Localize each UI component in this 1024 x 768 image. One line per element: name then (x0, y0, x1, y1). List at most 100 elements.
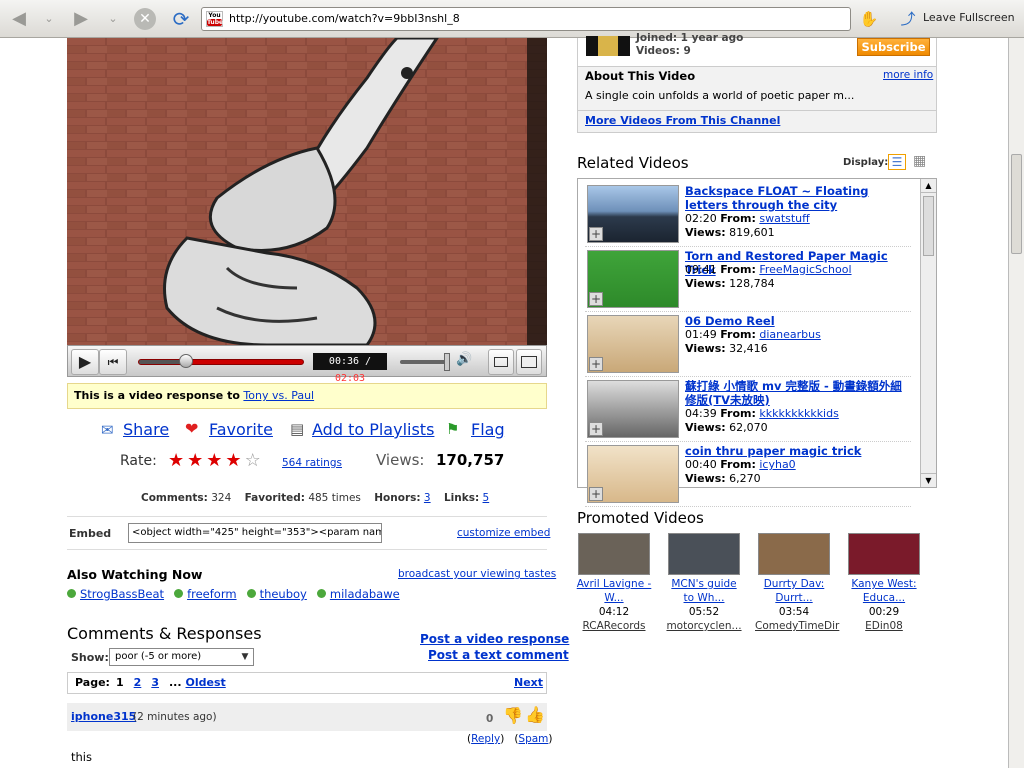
also-watching-user-link[interactable]: miladabawe (330, 587, 400, 601)
subscribe-button[interactable]: Subscribe (857, 38, 930, 56)
related-video-thumbnail[interactable]: + (587, 445, 679, 503)
embed-code-input[interactable]: <object width="425" height="353"><param … (128, 523, 382, 543)
post-text-comment-link[interactable]: Post a text comment (428, 648, 569, 662)
oldest-page-link[interactable]: Oldest (186, 676, 226, 689)
promoted-video-title[interactable]: Durrty Dav: Durrt... (764, 578, 825, 604)
thumbs-down-icon[interactable]: 👎 (503, 706, 523, 725)
related-video-channel-link[interactable]: kkkkkkkkkkids (759, 407, 838, 420)
add-to-quicklist-icon[interactable]: + (589, 422, 603, 436)
rating-star[interactable]: ★ (225, 450, 241, 471)
also-watching-user-link[interactable]: theuboy (260, 587, 307, 601)
share-envelope-icon[interactable]: ✉ (101, 421, 114, 439)
playlist-icon[interactable]: ▤ (290, 420, 304, 438)
scroll-up-icon[interactable]: ▲ (921, 179, 936, 193)
honors-link[interactable]: 3 (424, 492, 431, 504)
also-watching-user-link[interactable]: freeform (187, 587, 237, 601)
seek-handle[interactable] (179, 354, 194, 368)
rating-stars[interactable]: ★ ★ ★ ★ ☆ (168, 450, 264, 471)
related-video-item[interactable]: +06 Demo Reel 01:49 From: dianearbus Views… (585, 313, 911, 377)
post-video-response-link[interactable]: Post a video response (420, 632, 569, 646)
comment-author-link[interactable]: iphone315 (71, 710, 136, 723)
leave-fullscreen-button[interactable]: Leave Fullscreen (923, 11, 1015, 24)
video-frame[interactable] (67, 38, 547, 345)
scroll-down-icon[interactable]: ▼ (921, 473, 936, 487)
related-video-thumbnail[interactable]: + (587, 250, 679, 308)
promoted-video-thumbnail[interactable] (578, 533, 650, 575)
ratings-count-link[interactable]: 564 ratings (282, 457, 342, 469)
promoted-video-item[interactable]: Kanye West: Educa... 00:29 EDin08 (845, 533, 923, 633)
related-video-thumbnail[interactable]: + (587, 315, 679, 373)
links-link[interactable]: 5 (483, 492, 490, 504)
leave-fullscreen-icon[interactable]: ⤴ (897, 8, 919, 30)
share-button[interactable]: Share (123, 420, 169, 439)
scroll-thumb[interactable] (923, 196, 934, 256)
related-video-title[interactable]: Backspace FLOAT ~ Floating letters throu… (685, 184, 911, 212)
related-video-channel-link[interactable]: swatstuff (759, 212, 809, 225)
add-to-quicklist-icon[interactable]: + (589, 487, 603, 501)
related-scrollbar[interactable]: ▲ ▼ (920, 179, 936, 487)
related-video-item[interactable]: + coin thru paper magic trick 00:40 From: … (585, 443, 911, 507)
related-video-channel-link[interactable]: icyha0 (759, 458, 795, 471)
stop-icon[interactable]: ✕ (134, 8, 156, 30)
rating-star[interactable]: ★ (168, 450, 184, 471)
response-parent-link[interactable]: Tony vs. Paul (243, 389, 314, 402)
list-view-icon[interactable]: ☰ (888, 154, 906, 170)
forward-history-chevron-icon[interactable]: ⌄ (102, 8, 124, 30)
thumbs-up-icon[interactable]: 👍 (525, 705, 545, 724)
related-video-channel-link[interactable]: FreeMagicSchool (759, 263, 851, 276)
page-number-3[interactable]: 3 (151, 676, 159, 689)
promoted-video-item[interactable]: MCN's guide to Wh... 05:52 motorcyclen... (665, 533, 743, 633)
flag-button[interactable]: Flag (471, 420, 505, 439)
skip-back-icon[interactable]: ⏮ (99, 349, 127, 375)
promoted-video-thumbnail[interactable] (848, 533, 920, 575)
related-video-thumbnail[interactable]: + (587, 185, 679, 243)
volume-slider[interactable] (400, 360, 448, 364)
rating-star[interactable]: ☆ (245, 450, 261, 471)
promoted-video-title[interactable]: Kanye West: Educa... (851, 578, 916, 604)
next-page-link[interactable]: Next (514, 676, 543, 689)
add-to-playlists-button[interactable]: Add to Playlists (312, 420, 434, 439)
add-to-quicklist-icon[interactable]: + (589, 292, 603, 306)
add-to-quicklist-icon[interactable]: + (589, 357, 603, 371)
back-history-chevron-icon[interactable]: ⌄ (38, 8, 60, 30)
related-video-item[interactable]: + 蘇打綠 小情歌 mv 完整版 - 動畫錄額外細修版(TV未放映) 04:39 F… (585, 378, 911, 442)
volume-handle[interactable] (444, 353, 450, 371)
promoted-video-item[interactable]: Avril Lavigne - W... 04:12 RCARecords (575, 533, 653, 633)
seek-bar[interactable] (138, 359, 304, 365)
favorite-button[interactable]: Favorite (209, 420, 273, 439)
page-scroll-thumb[interactable] (1011, 154, 1022, 254)
channel-avatar[interactable] (586, 36, 630, 56)
promoted-video-thumbnail[interactable] (668, 533, 740, 575)
reply-link[interactable]: Reply (471, 733, 500, 745)
url-bar[interactable]: You Tube http://youtube.com/watch?v=9bbI3… (201, 7, 851, 31)
customize-embed-link[interactable]: customize embed (457, 527, 550, 539)
broadcast-link[interactable]: broadcast your viewing tastes (398, 568, 556, 580)
forward-arrow-icon[interactable]: ▶ (70, 8, 92, 30)
page-scrollbar[interactable] (1008, 38, 1024, 768)
spam-link[interactable]: Spam (518, 733, 548, 745)
watch-in-window-icon[interactable] (488, 349, 514, 375)
play-icon[interactable]: ▶ (71, 349, 99, 375)
back-arrow-icon[interactable]: ◀ (8, 8, 30, 30)
speaker-icon[interactable]: 🔊 (456, 352, 472, 367)
related-video-title[interactable]: 蘇打綠 小情歌 mv 完整版 - 動畫錄額外細修版(TV未放映) (685, 379, 911, 407)
grid-view-icon[interactable]: ▦ (913, 154, 929, 170)
related-video-item[interactable]: + Backspace FLOAT ~ Floating letters thro… (585, 183, 911, 247)
reload-icon[interactable]: ⟳ (170, 8, 192, 30)
flag-icon[interactable]: ⚑ (446, 420, 459, 438)
related-video-item[interactable]: + Torn and Restored Paper Magic Trick 09:4… (585, 248, 911, 312)
promoted-video-title[interactable]: MCN's guide to Wh... (671, 578, 736, 604)
page-number-2[interactable]: 2 (134, 676, 142, 689)
promoted-video-item[interactable]: Durrty Dav: Durrt... 03:54 ComedyTimeDir (755, 533, 839, 633)
related-video-title[interactable]: coin thru paper magic trick (685, 444, 911, 458)
related-video-thumbnail[interactable]: + (587, 380, 679, 438)
comment-filter-select[interactable]: poor (-5 or more) ▼ (109, 648, 254, 666)
more-info-link[interactable]: more info (883, 69, 933, 81)
related-video-title[interactable]: 06 Demo Reel (685, 314, 911, 328)
heart-icon[interactable]: ❤ (185, 419, 198, 438)
rating-star[interactable]: ★ (206, 450, 222, 471)
more-videos-link[interactable]: More Videos From This Channel (585, 114, 780, 127)
rating-star[interactable]: ★ (187, 450, 203, 471)
add-to-quicklist-icon[interactable]: + (589, 227, 603, 241)
promoted-video-title[interactable]: Avril Lavigne - W... (577, 578, 652, 604)
